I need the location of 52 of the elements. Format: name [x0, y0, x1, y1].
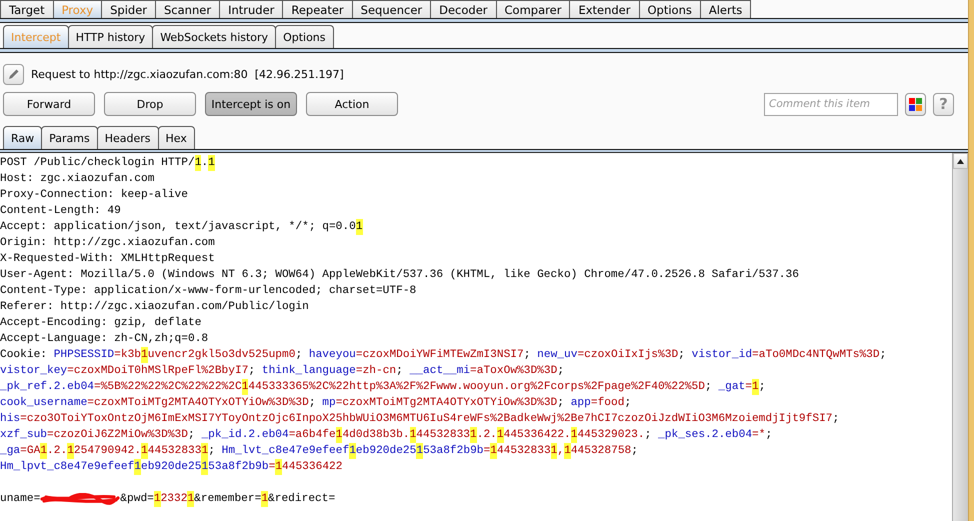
request-target: Request to http://zgc.xiaozufan.com:80 [42.96.251.197] [31, 68, 344, 80]
request-line: Cookie: PHPSESSID=k3b1uvencr2gkl5o3dv525upm0; haveyou=czoxMDoiYWFiMTEwZmI3NSI7; new_uv=czoxOiIxIjs%3D; vistor_id=aTo0MDc4NTQwMTs%3D; [0, 347, 886, 363]
tab[interactable]: WebSockets history [152, 25, 276, 48]
toolbar-button[interactable]: Intercept is on [205, 92, 297, 116]
tab[interactable]: Spider [101, 0, 156, 18]
edit-button[interactable] [3, 64, 24, 84]
request-line: _pk_ref.2.eb04=%5B%22%22%2C%22%22%2C1445333365%2C%22http%3A%2F%2Fwww.wooyun.org%2Fcorps%2Fpage%2F40%22%5D; _gat=1; [0, 379, 766, 395]
request-line: _ga=GA1.2.1254790942.1445328331; Hm_lvt_c8e47e9efeef1eb920de25153a8f2b9b=1445328331,1445328758; [0, 443, 638, 459]
tab[interactable]: Raw [3, 126, 42, 149]
toolbar-button[interactable]: Action [306, 92, 398, 116]
tab[interactable]: Options [638, 0, 701, 18]
tab[interactable]: Scanner [155, 0, 220, 18]
tab[interactable]: HTTP history [68, 25, 154, 48]
scrollbar[interactable] [952, 153, 968, 521]
request-line: Content-Length: 49 [0, 204, 121, 219]
tab[interactable]: Hex [158, 126, 195, 149]
tab[interactable]: Intruder [219, 0, 284, 18]
request-line: Hm_lpvt_c8e47e9efeef1eb920de25153a8f2b9b=1445336422 [0, 459, 342, 475]
request-line: Accept-Language: zh-CN,zh;q=0.8 [0, 332, 208, 347]
tab[interactable]: Repeater [282, 0, 353, 18]
request-line: vistor_key=czoxMDoiT0hMSlRpeFl%2BbyI7; think_language=zh-cn; __act__mi=aToxOw%3D%3D; [0, 364, 564, 379]
tab[interactable]: Headers [96, 126, 159, 149]
request-line: xzf_sub=czozOiJ6Z2MiOw%3D%3D; _pk_id.2.eb04=a6b4fe14d0d38b3b.1445328331.2.1445336422.1445329023.; _pk_ses.2.eb04=*; [0, 427, 772, 443]
tab[interactable]: Target [0, 0, 54, 18]
request-line: Content-Type: application/x-www-form-urlencoded; charset=UTF-8 [0, 284, 416, 299]
request-line: X-Requested-With: XMLHttpRequest [0, 252, 215, 267]
pencil-icon [7, 68, 20, 80]
tab[interactable]: Decoder [430, 0, 497, 18]
request-line: Accept: application/json, text/javascript, */*; q=0.01 [0, 219, 363, 235]
request-line: Host: zgc.xiaozufan.com [0, 172, 154, 187]
highlight-button[interactable] [905, 92, 926, 116]
request-line: Referer: http://zgc.xiaozufan.com/Public/login [0, 300, 309, 315]
request-line: Proxy-Connection: keep-alive [0, 188, 188, 203]
tab[interactable]: Params [41, 126, 98, 149]
request-line: User-Agent: Mozilla/5.0 (Windows NT 6.3; WOW64) AppleWebKit/537.36 (KHTML, like Gecko) Chrome/47.0.2526.8 Safari/537.36 [0, 268, 799, 283]
scroll-up-button[interactable] [953, 153, 968, 169]
comment-field[interactable]: Comment this item [764, 92, 898, 116]
request-line: Origin: http://zgc.xiaozufan.com [0, 236, 215, 251]
request-line: Accept-Encoding: gzip, deflate [0, 316, 202, 331]
toolbar-button[interactable]: Drop [104, 92, 196, 116]
request-line: POST /Public/checklogin HTTP/1.1 [0, 155, 215, 171]
tab[interactable]: Sequencer [352, 0, 432, 18]
tab[interactable]: Options [275, 25, 334, 48]
tab[interactable]: Comparer [496, 0, 570, 18]
tab[interactable]: Extender [569, 0, 640, 18]
request-line: cook_username=czoxMToiMTg2MTA4OTYxOTYiOw%3D%3D; mp=czoxMToiMTg2MTA4OTYxOTYiOw%3D%3D; app=food; [0, 396, 632, 411]
tab[interactable]: Alerts [700, 0, 752, 18]
up-arrow-icon [957, 158, 964, 164]
request-line: his=czo3OToiYToxOntzOjM6ImExMSI7YToyOntzOjc6InpoX25hbWUiO3M6MTU6IuS4reWFs%2BadkeWwj%2Be7hCI7czozOiJzdWIiO3M6MzoiemdjIjt9fSI7; [0, 412, 840, 427]
color-squares-icon [909, 98, 922, 110]
request-body-line: uname= &pwd=123321&remember=1&redirect= [0, 491, 336, 507]
toolbar-button[interactable]: Forward [3, 92, 95, 116]
